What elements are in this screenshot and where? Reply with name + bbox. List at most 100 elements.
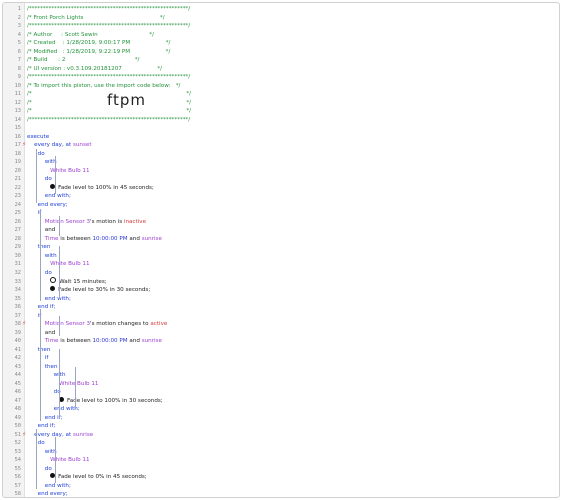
code-text: /* */ [27,107,191,116]
action-text: Fade level to 0% in 45 seconds; [58,474,147,481]
code-line: 18 do [3,150,559,159]
code-line: 6 /* Modified : 1/28/2019, 9:22:19 PM */ [3,48,559,57]
sunset-value: sunset [72,142,92,149]
line-number: 38 [14,321,21,328]
code-text: /* Created : 1/28/2019, 9:00:17 PM */ [27,39,170,48]
sunrise-value: sunrise [141,338,162,345]
line-number: 13 [14,108,21,115]
code-text: then [27,346,51,355]
code-line: 33 Wait 15 minutes; [3,277,559,287]
code-line: 13 /* */ [3,107,559,116]
line-number: 16 [14,133,21,140]
code-text: do [27,465,52,474]
line-number: 33 [14,278,21,285]
code-text: then [27,243,51,252]
every-keyword: every day, at [34,142,72,149]
code-text: Fade level to 30% in 30 seconds; [27,286,150,295]
line-number: 44 [14,372,21,379]
sunrise-value: sunrise [141,235,162,242]
action-text: Fade level to 100% in 45 seconds; [58,184,154,191]
code-line: 45 White Bulb 11 [3,380,559,389]
do-keyword: do [37,440,45,447]
tree-bar [59,349,60,417]
created-line: /* Created : 1/28/2019, 9:00:17 PM [27,40,131,47]
code-line: 39 and [3,329,559,338]
code-text: /* UI version : v0.3.109.20181207 */ [27,65,162,74]
code-text: with [27,448,57,457]
code-line: 50 end if; [3,422,559,431]
end-with: end with; [44,193,71,200]
code-text: Fade level to 0% in 45 seconds; [27,473,147,482]
line-number: 5 [17,40,21,47]
code-line: 12 /* */ftpm [3,93,559,108]
execute-keyword: execute [27,133,50,140]
code-text: /* */ftpm [27,93,191,108]
code-line: 2 /* Front Porch Lights */ [3,14,559,23]
code-line: 11/* */ [3,90,559,99]
line-number: 53 [14,448,21,455]
line-number: 14 [14,116,21,123]
code-line: 24 end every; [3,201,559,210]
inactive-value: inactive [123,218,147,225]
line-number: 49 [14,414,21,421]
line-number: 4 [17,31,21,38]
code-line: 25 if [3,209,559,218]
trigger-marker-icon: ⚡ [22,320,27,328]
end-every: end every; [37,201,68,208]
line-number: 11 [14,91,21,98]
do-keyword: do [44,465,52,472]
line-number: 6 [17,48,21,55]
code-line: 28 Time is between 10:00:00 PM and sunri… [3,235,559,244]
condition-text: 's motion is [90,218,123,225]
code-text: with [27,252,57,261]
code-line: 38 ⚡ Motion Sensor 3's motion changes to … [3,320,559,329]
code-line: 35 end with; [3,295,559,304]
line-number: 45 [14,380,21,387]
line-number: 31 [14,261,21,268]
code-text: Time is between 10:00:00 PM and sunrise [27,337,162,346]
piston-title: /* Front Porch Lights [27,14,84,21]
code-line: 5 /* Created : 1/28/2019, 9:00:17 PM */ [3,39,559,48]
code-text: /* Front Porch Lights */ [27,14,165,23]
line-number: 25 [14,210,21,217]
comment-line: /* */ [27,108,192,115]
tree-bar [59,246,60,298]
do-keyword: do [44,269,52,276]
comment-end: */ [65,57,140,64]
line-number: 26 [14,218,21,225]
end-with: end with; [44,295,71,302]
code-line: 54 White Bulb 11 [3,456,559,465]
code-text: end with; [27,482,71,491]
line-number: 54 [14,457,21,464]
code-text: Motion Sensor 3's motion is inactive [27,218,146,227]
line-number: 7 [17,57,21,64]
trigger-marker-icon: ⚡ [22,141,27,149]
tree-bar [55,156,56,194]
line-number: 37 [14,312,21,319]
code-line: 27 and [3,226,559,235]
code-text: /* To import this piston, use the import… [27,82,180,91]
line-number: 50 [14,423,21,430]
device-name: White Bulb 11 [50,261,90,268]
code-text: Wait 15 minutes; [27,277,107,287]
line-number: 48 [14,406,21,413]
code-line: 1 /**************************************… [3,5,559,14]
do-keyword: do [44,176,52,183]
code-line: 3 /**************************************… [3,22,559,31]
code-text: end if; [27,422,56,431]
line-number: 36 [14,304,21,311]
code-line: 15 [3,124,559,133]
code-text: White Bulb 11 [27,380,98,389]
line-number: 23 [14,193,21,200]
line-number: 8 [17,65,21,72]
line-number: 34 [14,287,21,294]
end-every: end every; [37,491,68,498]
code-line: 26 Motion Sensor 3's motion is inactive [3,218,559,227]
comment-end: */ [121,65,163,72]
line-number: 57 [14,482,21,489]
code-line: 32 do [3,269,559,278]
code-line: 47 Fade level to 100% in 30 seconds; [3,396,559,406]
code-line: 22 Fade level to 100% in 45 seconds; [3,183,559,193]
line-number: 28 [14,235,21,242]
comment-end: */ [130,48,171,55]
